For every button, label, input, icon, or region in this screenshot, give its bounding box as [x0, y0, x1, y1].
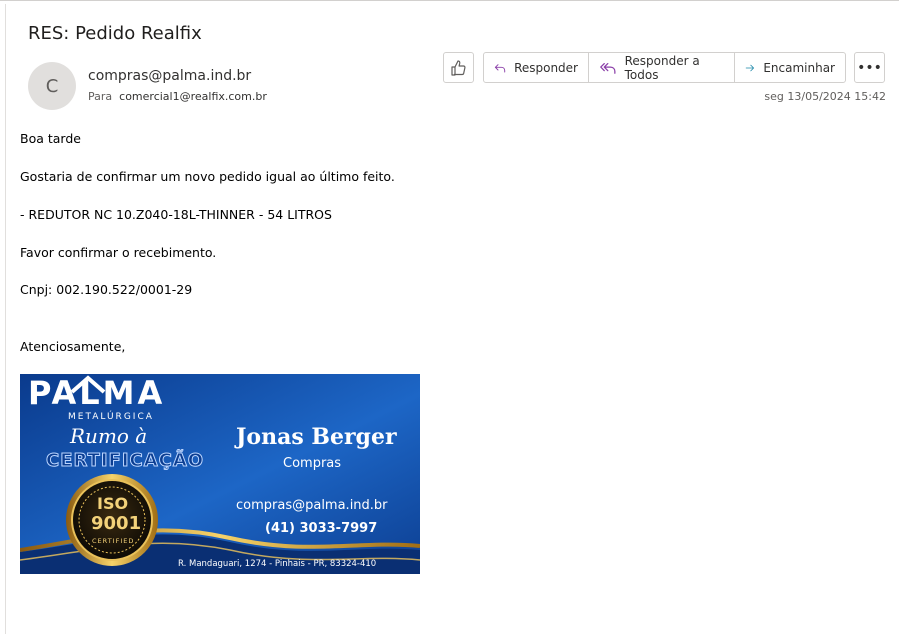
body-greeting: Boa tarde — [20, 131, 81, 146]
to-label: Para — [88, 90, 113, 103]
reply-all-icon — [600, 62, 616, 74]
brand-logo-text: PALMA — [28, 374, 166, 412]
sender-avatar[interactable]: C — [28, 62, 76, 110]
reply-all-label: Responder a Todos — [624, 53, 700, 82]
like-button[interactable] — [443, 52, 474, 83]
signature-address: R. Mandaguari, 1274 - Pinhais - PR, 8332… — [178, 559, 377, 569]
body-line-1: Gostaria de confirmar um novo pedido igu… — [20, 169, 395, 184]
reply-all-button[interactable]: Responder a Todos — [588, 53, 734, 82]
body-line-2: - REDUTOR NC 10.Z040-18L-THINNER - 54 LI… — [20, 207, 332, 222]
signature-name: Jonas Berger — [236, 424, 397, 450]
reply-icon — [494, 63, 506, 72]
sender-address[interactable]: compras@palma.ind.br — [88, 68, 251, 84]
window-top-border — [0, 0, 899, 5]
iso-seal-number: 9001 — [91, 513, 142, 534]
iso-seal-certified: CERTIFIED — [92, 537, 135, 545]
email-signature-banner: PALMA METALÚRGICA Rumo à CERTIFICAÇÃO IS… — [20, 374, 420, 574]
iso-seal-label: ISO — [97, 494, 129, 513]
body-line-4: Cnpj: 002.190.522/0001-29 — [20, 282, 193, 297]
signature-role: Compras — [283, 456, 342, 471]
forward-arrow-icon — [745, 64, 755, 71]
received-date: seg 13/05/2024 15:42 — [764, 90, 886, 103]
signature-email: compras@palma.ind.br — [236, 498, 388, 513]
reply-button[interactable]: Responder — [484, 53, 588, 82]
reading-pane-border — [5, 4, 6, 634]
body-line-3: Favor confirmar o recebimento. — [20, 245, 217, 260]
body-closing: Atenciosamente, — [20, 339, 126, 354]
signature-phone: (41) 3033-7997 — [265, 521, 378, 536]
more-actions-button[interactable]: ••• — [854, 52, 885, 83]
tagline-rumo: Rumo à — [70, 424, 148, 448]
brand-subtitle: METALÚRGICA — [68, 412, 154, 422]
forward-button[interactable]: Encaminhar — [734, 53, 845, 82]
recipient-line: Para comercial1@realfix.com.br — [88, 90, 267, 103]
email-subject: RES: Pedido Realfix — [28, 23, 202, 44]
forward-label: Encaminhar — [763, 60, 835, 75]
thumbs-up-icon — [450, 59, 466, 76]
reply-label: Responder — [514, 60, 578, 75]
recipient-address[interactable]: comercial1@realfix.com.br — [119, 90, 267, 103]
reply-actions: Responder Responder a Todos Encaminhar — [483, 52, 846, 83]
tagline-certificacao: CERTIFICAÇÃO — [45, 450, 205, 472]
